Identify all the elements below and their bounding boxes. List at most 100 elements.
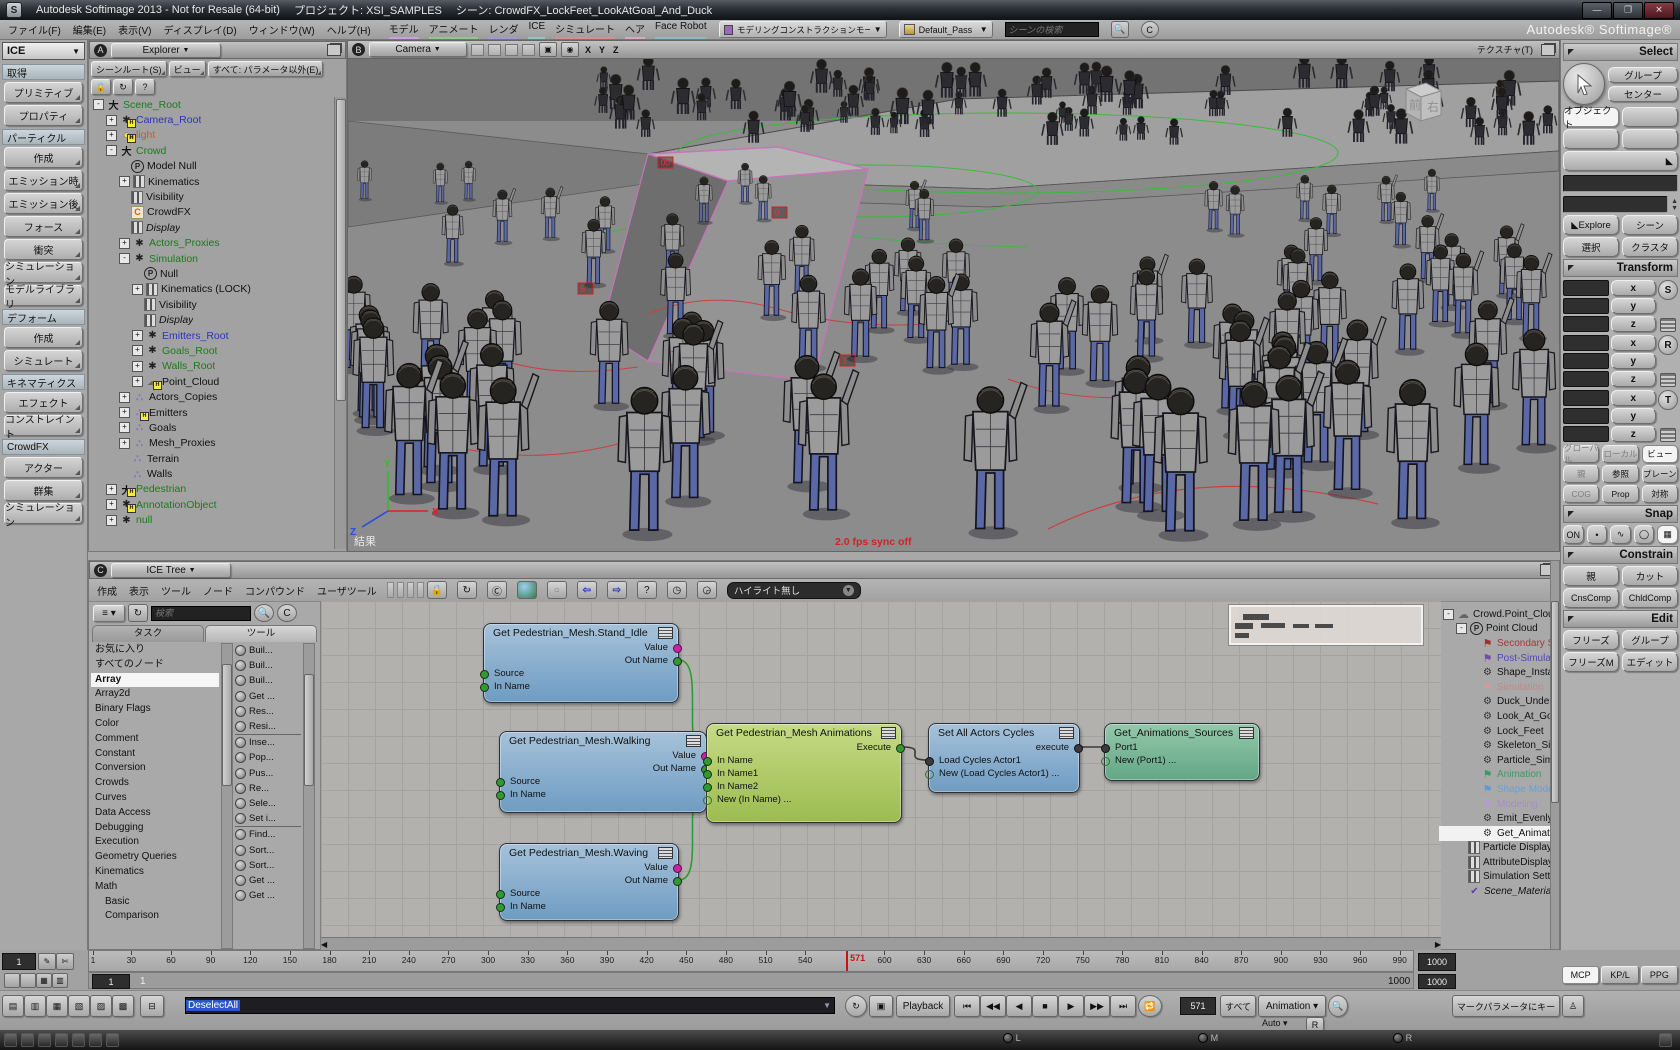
freeze-button[interactable]: フリーズ <box>1563 630 1619 650</box>
cog-button[interactable]: COG <box>1563 485 1600 503</box>
memo-cam-4[interactable] <box>522 43 535 56</box>
flipbook-camera-icon[interactable]: ▣ <box>869 995 893 1017</box>
point-cloud-tree-item[interactable]: - P Point Cloud <box>1439 622 1551 637</box>
layout-btn-5[interactable]: ▨ <box>90 995 112 1017</box>
prop-button[interactable]: Prop <box>1602 485 1639 503</box>
object-filter-button[interactable]: オブジェクト <box>1563 106 1619 131</box>
toolbar-selector-dropdown[interactable]: ICE ▼ <box>2 42 85 60</box>
ice-node-1[interactable]: Get Pedestrian_Mesh.Walking Value Out Name… <box>496 731 710 813</box>
minimize-button[interactable]: — <box>1582 1 1612 19</box>
toolbar-button-1-1[interactable]: エミッション時 <box>4 170 83 191</box>
point-cloud-tree-item[interactable]: ⚑ Shape Mode <box>1439 782 1551 797</box>
transform-tool-T[interactable]: T <box>1658 390 1678 410</box>
explorer-tree-item[interactable]: ∴ Walls <box>89 466 346 481</box>
node-output-port[interactable]: Out Name <box>500 874 682 887</box>
expand-icon[interactable]: + <box>106 114 117 126</box>
expand-icon[interactable]: + <box>119 237 130 249</box>
ice-node-2[interactable]: Get Pedestrian_Mesh.Waving Value Out Name S… <box>496 843 682 921</box>
view-mode-button[interactable]: ビュー <box>1641 445 1678 463</box>
panel-letter-c[interactable]: C <box>94 563 107 577</box>
toolbar-button-4-0[interactable]: アクター <box>4 457 83 478</box>
toolbar-button-2-0[interactable]: 作成 <box>4 327 83 348</box>
point-cloud-tree-item[interactable]: ⚙ Emit_Evenly <box>1439 811 1551 826</box>
selection-button[interactable]: 選択 <box>1563 237 1619 257</box>
node-category[interactable]: Kinematics <box>91 865 219 880</box>
module-menu-4[interactable]: シミュレート <box>555 21 615 39</box>
pass-dropdown[interactable]: Default_Pass ▼ <box>898 21 993 38</box>
selection-display-field[interactable] <box>1563 175 1678 192</box>
explorer-tree-item[interactable]: +●Hlight <box>89 128 346 144</box>
explorer-tree-item[interactable]: + ✱ Walls_Root <box>89 359 346 374</box>
expand-icon[interactable]: + <box>106 129 117 141</box>
node-input-port[interactable]: In Name <box>496 788 706 801</box>
node-category[interactable]: お気に入り <box>91 643 219 658</box>
browser-refresh-icon[interactable]: ↻ <box>128 604 148 622</box>
node-category[interactable]: Data Access <box>91 806 219 821</box>
command-field[interactable]: DeselectAll ▼ <box>185 997 835 1014</box>
node-tool-item[interactable]: Resi... <box>235 719 301 734</box>
axis-button-z[interactable]: z <box>1610 316 1656 332</box>
texture-label[interactable]: テクスチャ(T) <box>1477 43 1533 56</box>
collapse-icon[interactable]: - <box>119 253 130 265</box>
node-category[interactable]: Binary Flags <box>91 702 219 717</box>
ice-help-icon[interactable]: ? <box>636 581 657 599</box>
node-input-port[interactable]: Port1 <box>1101 741 1259 754</box>
status-icon-1[interactable] <box>4 1033 17 1047</box>
snap-grid-icon[interactable]: ▦ <box>1657 525 1678 544</box>
node-category[interactable]: Basic <box>91 895 219 910</box>
point-cloud-tree-item[interactable]: ⚑ Simulation <box>1439 680 1551 695</box>
range-start-box[interactable]: 1 <box>92 974 130 989</box>
node-output-port[interactable]: Value <box>500 749 710 762</box>
node-tool-item[interactable]: Buil... <box>235 658 301 673</box>
browser-clear-icon[interactable]: C <box>277 604 297 622</box>
explorer-tree-item[interactable]: +✱HAnnotationObject <box>89 497 346 513</box>
collapse-icon[interactable]: - <box>93 99 104 111</box>
eye-icon[interactable]: ◉ <box>561 42 579 57</box>
group-button[interactable]: グループ <box>1608 66 1678 83</box>
node-output-port[interactable]: execute <box>929 741 1083 754</box>
layout-btn-6[interactable]: ▩ <box>112 995 134 1017</box>
status-icon-7[interactable] <box>105 1033 119 1047</box>
ice-node-3[interactable]: Get Pedestrian_Mesh Animations Execute In … <box>703 723 905 823</box>
next-key-button[interactable]: ▶▶ <box>1084 995 1110 1017</box>
axis-button-x[interactable]: x <box>1610 390 1656 406</box>
point-cloud-tree-item[interactable]: ⚑ Modeling <box>1439 797 1551 812</box>
edit-group-button[interactable]: グループ <box>1622 630 1678 650</box>
collapse-icon[interactable]: - <box>1456 623 1467 635</box>
explorer-tree-item[interactable]: - ✱ Simulation <box>89 251 346 266</box>
expand-icon[interactable]: + <box>119 176 130 188</box>
explorer-tree-item[interactable]: C CrowdFX <box>89 205 346 220</box>
node-tool-item[interactable]: Buil... <box>235 643 301 658</box>
node-input-port[interactable]: Source <box>480 667 678 680</box>
axis-button-z[interactable]: z <box>1610 426 1656 442</box>
ice-menu-1[interactable]: 表示 <box>129 583 149 598</box>
toolbar-button-0-0[interactable]: プリミティブ <box>4 82 83 103</box>
camera-icon[interactable]: ▣ <box>539 42 557 57</box>
collapse-icon[interactable]: - <box>1443 608 1454 620</box>
toolbar-button-4-2[interactable]: シミュレーション <box>4 503 83 529</box>
explorer-tree-item[interactable]: - 大 Crowd <box>89 143 346 158</box>
node-category[interactable]: Crowds <box>91 776 219 791</box>
mark-param-key-button[interactable]: マークパラメータにキー <box>1452 995 1560 1017</box>
explorer-tree-item[interactable]: ∴ Terrain <box>89 451 346 466</box>
help-icon[interactable]: ? <box>135 79 155 95</box>
camera-view-dropdown[interactable]: Camera ▼ <box>369 42 467 57</box>
center-button[interactable]: センター <box>1608 85 1678 102</box>
node-category[interactable]: Geometry Queries <box>91 850 219 865</box>
divider-btn[interactable]: ⊟ <box>140 995 164 1017</box>
tiny-btn-3[interactable]: ▦ <box>36 973 52 988</box>
point-cloud-tree-item[interactable]: - ☁ Crowd.Point_Cloud <box>1439 607 1551 622</box>
tool-scrollbar[interactable] <box>303 643 315 949</box>
snap-curve-icon[interactable]: ∿ <box>1610 525 1631 544</box>
explorer-tree-item[interactable]: +✱HCamera_Root <box>89 112 346 129</box>
axis-button-y[interactable]: y <box>1610 408 1656 424</box>
node-menu-icon[interactable] <box>881 727 896 739</box>
explorer-toolbar-button-0[interactable]: シーンルート(S) <box>91 61 167 77</box>
menubar-menu-4[interactable]: ウィンドウ(W) <box>249 22 315 37</box>
mcp-tab-ppg[interactable]: PPG <box>1640 966 1678 984</box>
transform-field-R-x[interactable] <box>1563 335 1609 351</box>
node-input-port[interactable]: Source <box>496 775 706 788</box>
viewport-3d-canvas[interactable]: 00051 前 右 Y X Z 結果 2.0 fps sync off <box>348 59 1559 551</box>
node-tool-item[interactable]: Res... <box>235 704 301 719</box>
scene-search-input[interactable] <box>1004 22 1099 37</box>
